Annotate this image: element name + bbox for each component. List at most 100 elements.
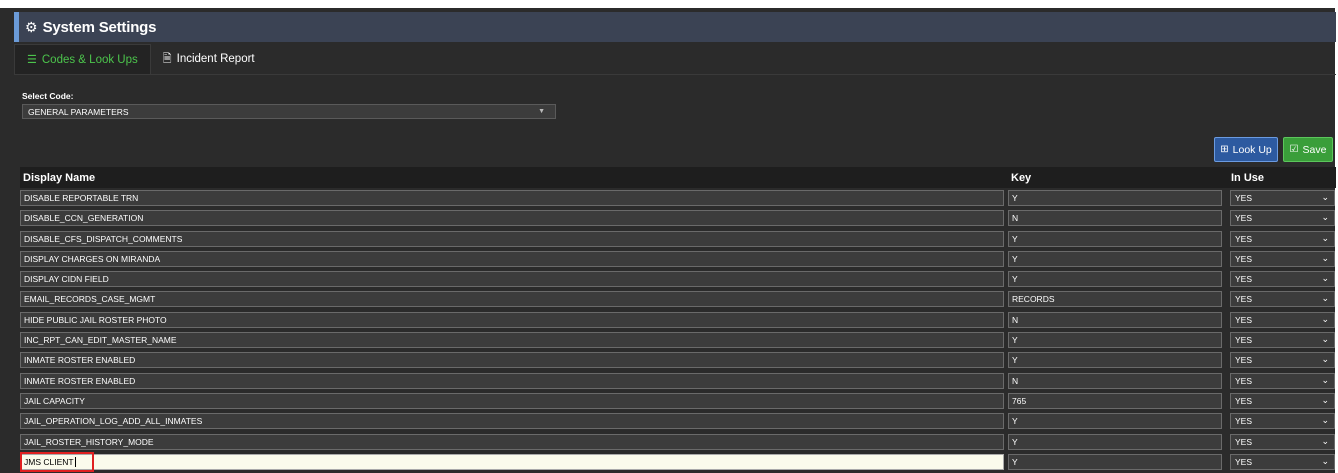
key-value: Y (1012, 233, 1018, 244)
in-use-value: YES (1235, 274, 1253, 285)
column-header-display-name: Display Name (23, 172, 96, 184)
text-caret (74, 456, 76, 467)
display-name-input[interactable]: DISPLAY CHARGES ON MIRANDA (20, 250, 1004, 267)
display-name-value: DISPLAY CHARGES ON MIRANDA (24, 253, 161, 264)
display-name-input[interactable]: DISPLAY CIDN FIELD (20, 271, 1004, 288)
chevron-down-icon: ⌄ (1321, 415, 1329, 426)
key-input[interactable]: Y (1008, 190, 1222, 206)
column-header-in-use: In Use (1231, 172, 1265, 184)
key-input[interactable]: Y (1008, 413, 1222, 430)
key-value: N (1012, 213, 1019, 224)
key-value: Y (1012, 355, 1018, 366)
display-name-input[interactable]: INMATE ROSTER ENABLED (20, 372, 1004, 389)
in-use-select[interactable]: YES ⌄ (1230, 392, 1335, 409)
chevron-down-icon: ⌄ (1321, 212, 1329, 223)
in-use-select[interactable]: YES ⌄ (1230, 210, 1335, 227)
key-input[interactable]: Y (1008, 433, 1222, 450)
in-use-select[interactable]: YES ⌄ (1230, 311, 1335, 328)
display-name-input[interactable]: HIDE PUBLIC JAIL ROSTER PHOTO (20, 311, 1004, 328)
tab-bar: ☰ Codes & Look Ups 🗎 Incident Report (14, 44, 267, 74)
in-use-select[interactable]: YES ⌄ (1230, 291, 1335, 308)
key-input[interactable]: N (1008, 372, 1222, 389)
lookup-button[interactable]: ⊞ Look Up (1214, 137, 1278, 162)
key-input[interactable]: RECORDS (1008, 291, 1222, 308)
select-code-value: GENERAL PARAMETERS (28, 106, 129, 117)
display-name-input[interactable]: JAIL CAPACITY (20, 392, 1004, 409)
gear-icon: ⚙ (25, 18, 38, 35)
key-value: Y (1012, 416, 1018, 427)
table-row: DISABLE REPORTABLE TRN Y YES ⌄ (20, 188, 1336, 208)
in-use-value: YES (1235, 314, 1253, 325)
file-icon: 🗎 (162, 52, 172, 65)
display-name-value: EMAIL_RECORDS_CASE_MGMT (24, 294, 156, 305)
display-name-input[interactable]: INC_RPT_CAN_EDIT_MASTER_NAME (20, 332, 1004, 349)
in-use-select[interactable]: YES ⌄ (1230, 453, 1335, 470)
key-input[interactable]: Y (1008, 352, 1222, 369)
display-name-value: INC_RPT_CAN_EDIT_MASTER_NAME (24, 335, 177, 346)
lookup-button-label: Look Up (1232, 143, 1272, 156)
save-button[interactable]: ☑ Save (1283, 137, 1333, 162)
in-use-select[interactable]: YES ⌄ (1230, 332, 1335, 349)
select-code-label: Select Code: (22, 91, 74, 101)
display-name-value: JAIL_ROSTER_HISTORY_MODE (24, 436, 154, 447)
in-use-select[interactable]: YES ⌄ (1230, 433, 1335, 450)
in-use-value: YES (1235, 355, 1253, 366)
chevron-down-icon: ⌄ (1321, 354, 1329, 365)
display-name-input[interactable]: EMAIL_RECORDS_CASE_MGMT (20, 291, 1004, 308)
in-use-value: YES (1235, 233, 1253, 244)
tab-label: Incident Report (176, 53, 255, 65)
in-use-select[interactable]: YES ⌄ (1230, 372, 1335, 389)
in-use-select[interactable]: YES ⌄ (1230, 413, 1335, 430)
display-name-value: INMATE ROSTER ENABLED (24, 375, 136, 386)
table-row: HIDE PUBLIC JAIL ROSTER PHOTO N YES ⌄ (20, 310, 1336, 330)
key-input[interactable]: N (1008, 311, 1222, 328)
in-use-select[interactable]: YES ⌄ (1230, 230, 1335, 247)
key-value: RECORDS (1012, 294, 1055, 305)
table-row: DISABLE_CFS_DISPATCH_COMMENTS Y YES ⌄ (20, 229, 1336, 249)
display-name-value: INMATE ROSTER ENABLED (24, 355, 136, 366)
display-name-input[interactable]: DISABLE REPORTABLE TRN (20, 190, 1004, 206)
in-use-value: YES (1235, 375, 1253, 386)
key-input[interactable]: Y (1008, 230, 1222, 247)
key-input[interactable]: Y (1008, 271, 1222, 288)
display-name-value: JMS CLIENT (24, 456, 74, 467)
select-code-dropdown[interactable]: GENERAL PARAMETERS ▼ (22, 104, 556, 119)
chevron-down-icon: ⌄ (1321, 313, 1329, 324)
table-header: Display Name Key In Use (20, 167, 1336, 188)
chevron-down-icon: ⌄ (1321, 455, 1329, 466)
key-input[interactable]: Y (1008, 250, 1222, 267)
tab-incident-report[interactable]: 🗎 Incident Report (151, 44, 267, 74)
key-input[interactable]: Y (1008, 453, 1222, 470)
chevron-down-icon: ⌄ (1321, 334, 1329, 345)
in-use-select[interactable]: YES ⌄ (1230, 271, 1335, 288)
display-name-value: DISABLE_CCN_GENERATION (24, 213, 144, 224)
key-input[interactable]: N (1008, 210, 1222, 227)
display-name-input[interactable]: JAIL_OPERATION_LOG_ADD_ALL_INMATES (20, 413, 1004, 430)
tab-divider (14, 74, 1336, 75)
table-row: JAIL_ROSTER_HISTORY_MODE Y YES ⌄ (20, 432, 1336, 452)
display-name-value: DISABLE_CFS_DISPATCH_COMMENTS (24, 233, 183, 244)
in-use-value: YES (1235, 193, 1253, 203)
in-use-select[interactable]: YES ⌄ (1230, 190, 1335, 206)
key-value: N (1012, 314, 1019, 325)
display-name-input[interactable]: INMATE ROSTER ENABLED (20, 352, 1004, 369)
in-use-select[interactable]: YES ⌄ (1230, 250, 1335, 267)
display-name-input[interactable]: JAIL_ROSTER_HISTORY_MODE (20, 433, 1004, 450)
in-use-value: YES (1235, 436, 1253, 447)
display-name-input[interactable]: JMS CLIENT (20, 453, 1004, 470)
in-use-value: YES (1235, 416, 1253, 427)
key-value: Y (1012, 335, 1018, 346)
display-name-input[interactable]: DISABLE_CFS_DISPATCH_COMMENTS (20, 230, 1004, 247)
key-input[interactable]: 765 (1008, 392, 1222, 409)
display-name-value: JAIL_OPERATION_LOG_ADD_ALL_INMATES (24, 416, 203, 427)
key-value: Y (1012, 193, 1018, 203)
table-body: DISABLE REPORTABLE TRN Y YES ⌄ DISABLE_CCN_G… (20, 188, 1336, 472)
key-value: Y (1012, 253, 1018, 264)
page-title: System Settings (42, 18, 157, 36)
list-icon: ☰ (27, 54, 37, 66)
chevron-down-icon: ⌄ (1321, 435, 1329, 446)
key-input[interactable]: Y (1008, 332, 1222, 349)
in-use-select[interactable]: YES ⌄ (1230, 352, 1335, 369)
tab-codes-lookups[interactable]: ☰ Codes & Look Ups (14, 44, 151, 74)
display-name-input[interactable]: DISABLE_CCN_GENERATION (20, 210, 1004, 227)
